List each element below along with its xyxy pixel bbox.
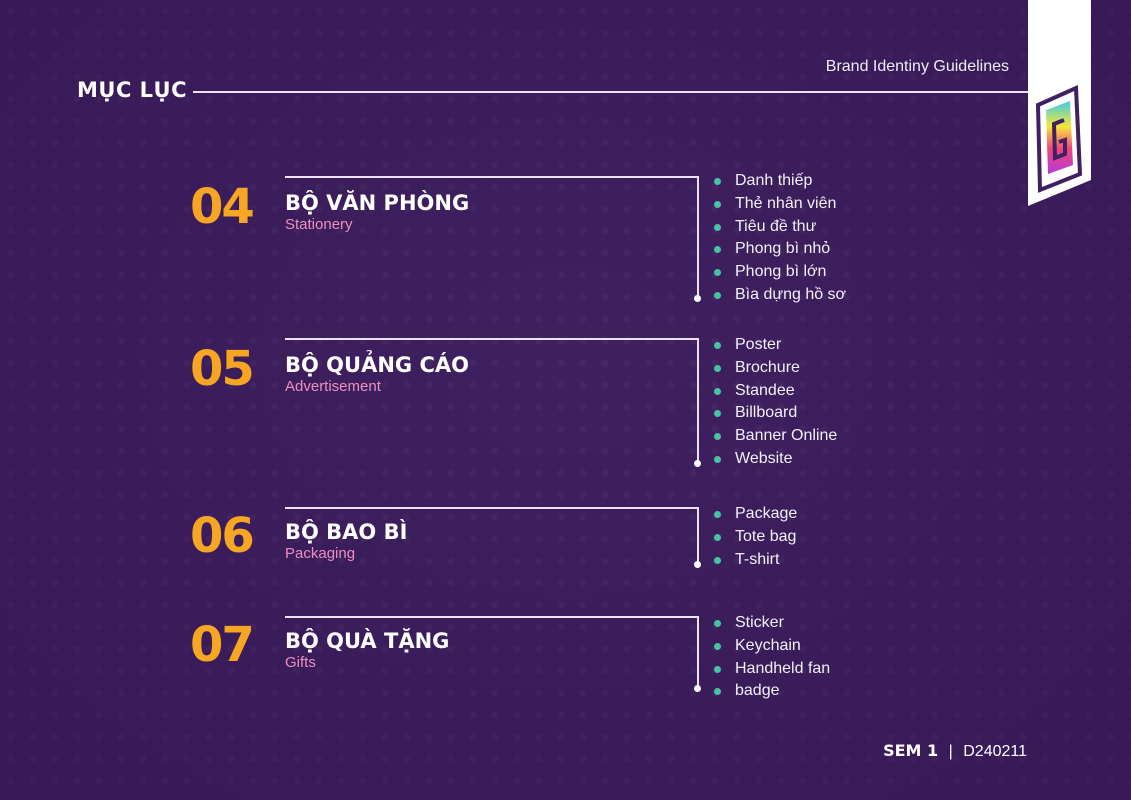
section-subtitle: Advertisement [285, 378, 381, 395]
bullet-dot [714, 200, 721, 208]
list-item: Phong bì nhỏ [714, 238, 846, 261]
bullet-dot [714, 511, 721, 518]
list-item: Bìa dựng hồ sơ [714, 284, 846, 307]
section-connector-vertical [697, 338, 699, 462]
section-title: BỘ BAO BÌ [285, 520, 408, 544]
connector-end-dot [694, 460, 701, 467]
page-footer: SEM 1 | D240211 [883, 741, 1027, 761]
bullet-dot [714, 620, 721, 627]
list-item: Handheld fan [714, 658, 830, 681]
list-item: badge [714, 680, 830, 703]
list-item: Standee [714, 380, 837, 403]
list-item: Package [714, 503, 797, 526]
section-connector-vertical [697, 507, 699, 564]
section-number: 05 [190, 341, 255, 397]
bullet-dot [714, 665, 721, 673]
document-code: D240211 [963, 743, 1027, 760]
bullet-dot [714, 342, 721, 349]
section-connector-vertical [697, 176, 699, 298]
item-list: Danh thiếp Thẻ nhân viên Tiêu đề thư Pho… [714, 170, 846, 307]
section-number: 06 [190, 508, 255, 564]
bullet-dot [714, 688, 721, 696]
section-connector [285, 176, 698, 178]
connector-end-dot [694, 561, 701, 568]
section-title: BỘ QUÀ TẶNG [285, 629, 450, 653]
section-subtitle: Gifts [285, 654, 316, 671]
bullet-dot [714, 269, 721, 277]
bullet-dot [714, 533, 721, 541]
bullet-dot [714, 455, 721, 463]
section-number: 07 [190, 617, 255, 673]
bullet-dot [714, 387, 721, 395]
section-subtitle: Stationery [285, 216, 353, 233]
toc-title: MỤC LỤC [77, 78, 188, 102]
list-item: Poster [714, 334, 837, 357]
bullet-dot [714, 178, 721, 185]
section-connector-vertical [697, 616, 699, 688]
item-list: Poster Brochure Standee Billboard Banner… [714, 334, 837, 471]
bullet-dot [714, 364, 721, 372]
list-item: Tiêu đề thư [714, 216, 846, 239]
section-subtitle: Packaging [285, 545, 356, 562]
section-title: BỘ VĂN PHÒNG [285, 191, 470, 215]
list-item: Danh thiếp [714, 170, 846, 193]
list-item: Website [714, 448, 837, 471]
section-connector [285, 507, 698, 509]
section-title: BỘ QUẢNG CÁO [285, 353, 469, 377]
item-list: Sticker Keychain Handheld fan badge [714, 612, 830, 703]
section-number: 04 [190, 179, 255, 235]
list-item: Sticker [714, 612, 830, 635]
list-item: Billboard [714, 402, 837, 425]
background-vignette [0, 0, 1131, 800]
list-item: Banner Online [714, 425, 837, 448]
section-connector [285, 616, 698, 618]
document-title: Brand Identiny Guidelines [825, 58, 1009, 75]
bullet-dot [714, 433, 721, 441]
section-connector [285, 338, 698, 340]
bullet-dot [714, 223, 721, 231]
list-item: Tote bag [714, 526, 797, 549]
list-item: T-shirt [714, 549, 797, 572]
item-list: Package Tote bag T-shirt [714, 503, 797, 571]
bullet-dot [714, 246, 721, 254]
brand-logo-tab [1028, 0, 1091, 206]
bullet-dot [714, 410, 721, 418]
header-divider [193, 91, 1028, 93]
list-item: Brochure [714, 357, 837, 380]
footer-separator: | [948, 743, 953, 760]
list-item: Phong bì lớn [714, 261, 846, 284]
bullet-dot [714, 291, 721, 299]
semester-label: SEM 1 [883, 741, 939, 760]
connector-end-dot [694, 295, 701, 302]
bullet-dot [714, 556, 721, 564]
list-item: Keychain [714, 635, 830, 658]
bullet-dot [714, 642, 721, 650]
list-item: Thẻ nhân viên [714, 193, 846, 216]
connector-end-dot [694, 685, 701, 692]
